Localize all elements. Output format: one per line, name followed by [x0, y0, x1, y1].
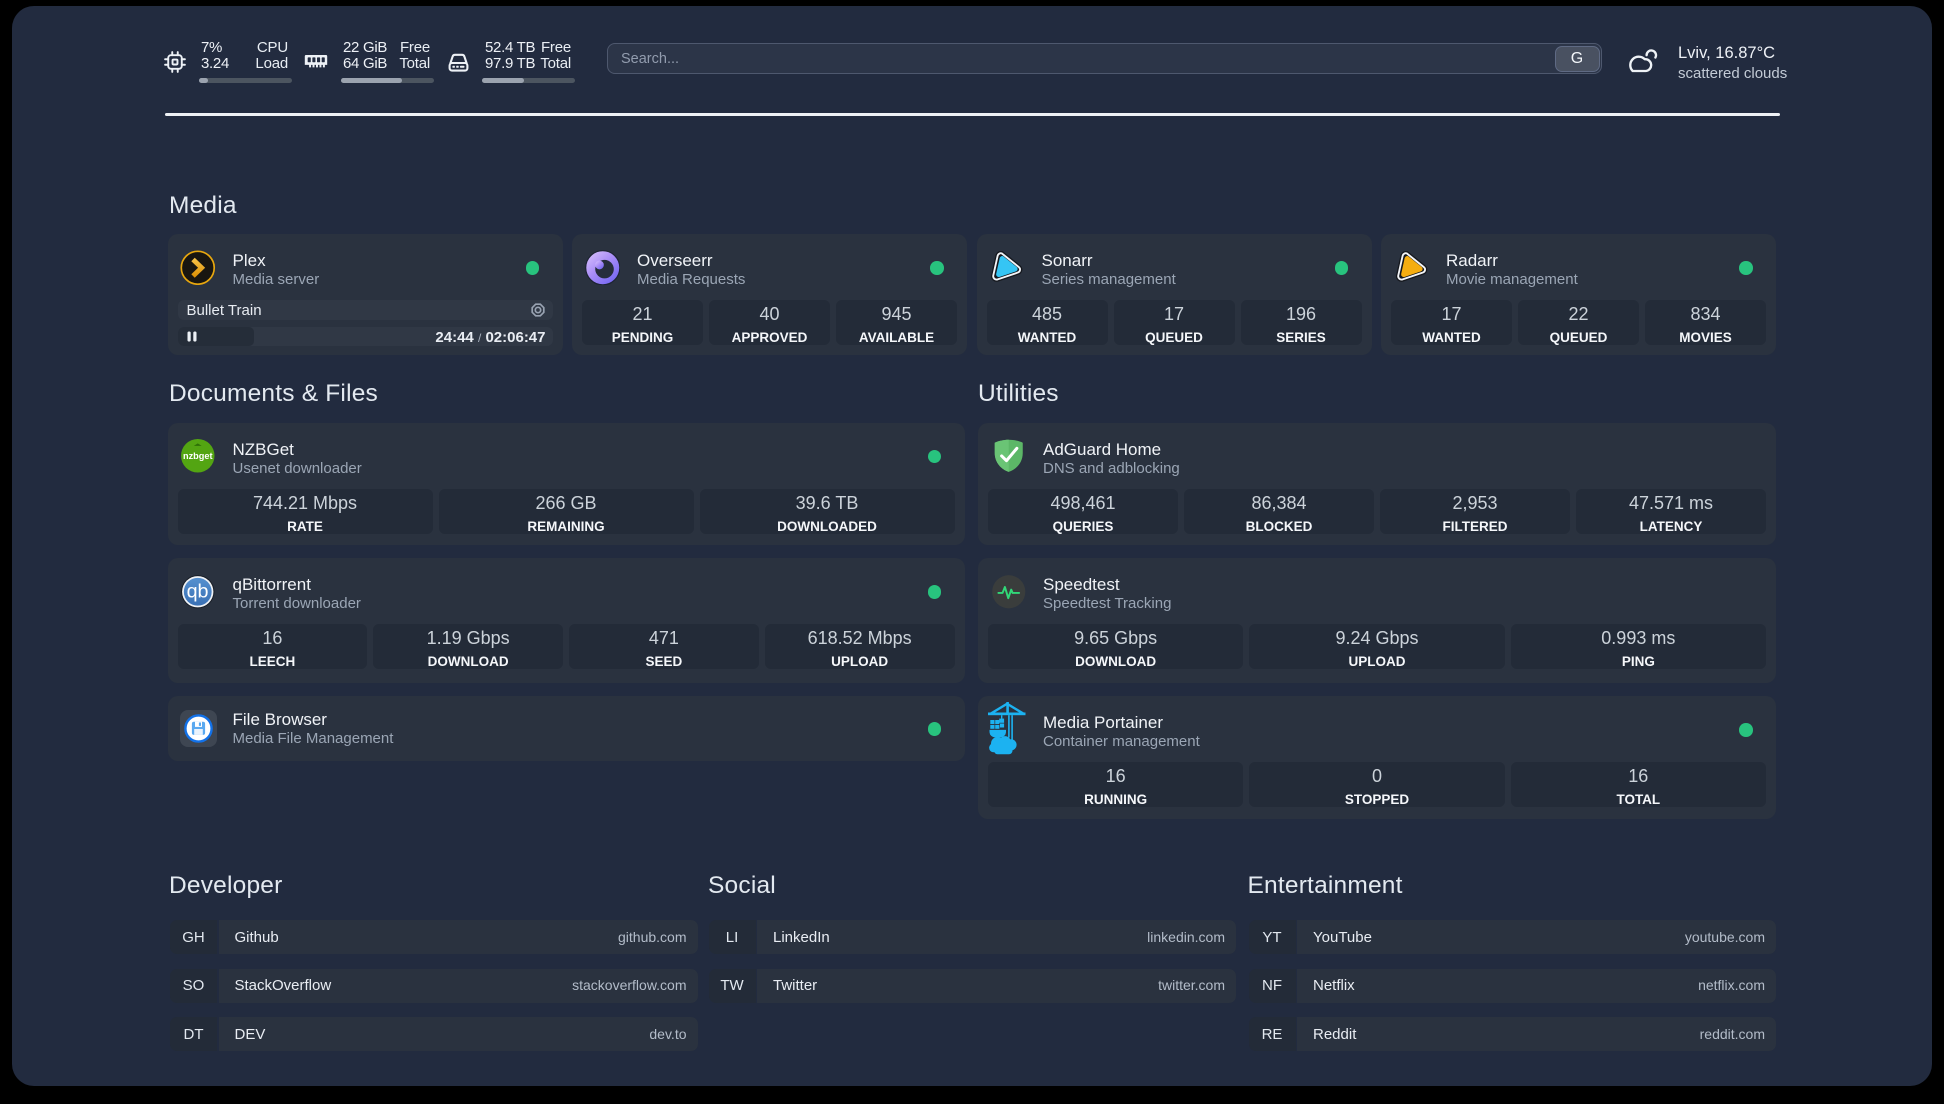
svg-text:nzbget: nzbget: [183, 451, 213, 461]
svg-text:qb: qb: [187, 580, 209, 602]
